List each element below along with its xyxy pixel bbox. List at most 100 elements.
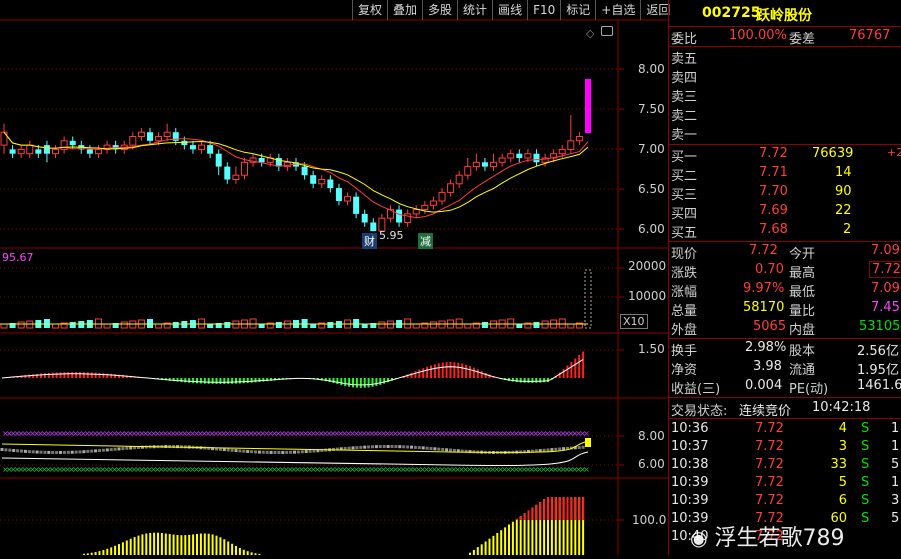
tick-time: 10:37 — [671, 439, 709, 454]
fuquan-button[interactable]: 复权 — [352, 0, 387, 20]
cai-marker[interactable]: 财 — [362, 233, 377, 249]
kdj-bar — [27, 450, 31, 454]
trade-status-value: 连续竞价 — [739, 404, 792, 419]
tick-price: 7.72 — [755, 457, 784, 472]
candle — [258, 158, 265, 163]
kdj-bar — [433, 447, 437, 451]
candle — [207, 145, 214, 154]
tick-count: 5 — [891, 511, 900, 526]
tick-volume: 33 — [830, 457, 847, 472]
tick-count: 1 — [891, 475, 900, 490]
draw-line-button[interactable]: 画线 — [492, 0, 527, 20]
kdj-bar — [437, 447, 441, 451]
buy-volume: 22 — [835, 203, 852, 218]
quote-value: 58170 — [743, 300, 785, 315]
window-icon[interactable] — [601, 26, 613, 36]
volume-bar — [429, 321, 437, 329]
price-tick: 6.50 — [638, 182, 665, 196]
buy-label: 买五 — [671, 226, 698, 241]
kdj-bar — [86, 449, 90, 453]
kdj-line — [1, 451, 589, 467]
stats-button[interactable]: 统计 — [457, 0, 492, 20]
kdj-bar — [421, 446, 425, 450]
quote-value: 7.09 — [871, 281, 900, 296]
ma-line — [3, 131, 589, 219]
candle — [421, 204, 429, 211]
sell-row-label: 卖二 — [671, 109, 698, 124]
buy-label: 买三 — [671, 188, 698, 203]
kdj-bar — [242, 449, 246, 453]
kdj-bar — [452, 448, 456, 452]
kdj-bar — [254, 450, 257, 454]
sell-row-label: 卖四 — [671, 71, 698, 86]
watermark-text: 浮生若歌789 — [714, 526, 845, 551]
candle — [472, 161, 480, 168]
f10-button[interactable]: F10 — [527, 0, 560, 20]
buy-price: 7.68 — [759, 222, 788, 237]
quote-label: 涨跌 — [671, 266, 698, 281]
tick-count: 3 — [891, 493, 900, 508]
buy-volume: 14 — [835, 165, 852, 180]
fund-value: 2.56亿 — [857, 344, 899, 359]
add-watchlist-button[interactable]: +自选 — [595, 0, 640, 20]
kdj-bar — [70, 450, 74, 454]
kdj-bar — [98, 449, 101, 453]
jian-marker[interactable]: 减 — [418, 233, 433, 249]
candle — [533, 153, 540, 163]
diamond-icon[interactable]: ◇ — [586, 27, 594, 40]
candle — [575, 136, 583, 142]
quote-value: 7.09 — [871, 243, 900, 258]
quote-value: 9.97% — [743, 281, 785, 296]
tick-volume: 3 — [838, 439, 847, 454]
tick-volume: 6 — [838, 493, 847, 508]
volume-bar — [207, 324, 214, 328]
weibo-icon: ◉ — [690, 526, 708, 550]
kline-chart-area[interactable]: × × × × × × × × × × × × × × × × × × × × × × × × × × × × × × × × × × × × × × × ×… — [0, 0, 668, 555]
kdj-bar — [0, 448, 4, 451]
volume-bar — [567, 323, 575, 329]
candle — [232, 174, 240, 180]
kdj-bar — [59, 450, 62, 454]
fund-value: 3.98 — [753, 359, 782, 374]
tick-side: S — [861, 439, 870, 454]
candle — [447, 183, 455, 193]
volume-bar — [258, 324, 265, 328]
fund-label: 流通 — [789, 363, 816, 378]
kdj-bar — [367, 445, 371, 449]
quote-value: 0.70 — [755, 262, 784, 277]
multi-stock-button[interactable]: 多股 — [422, 0, 457, 20]
kdj-bar — [117, 447, 121, 451]
volume-bar — [584, 269, 592, 329]
kdj-bar — [343, 446, 347, 450]
stock-name: 跃岭股份 — [756, 8, 812, 24]
kdj-bar — [250, 450, 254, 454]
candle — [344, 196, 352, 202]
quote-label: 今开 — [789, 247, 816, 262]
tick-time: 10:36 — [671, 421, 709, 436]
stock-charts[interactable]: ××××××××××××××××××××××××××××××××××××××××… — [0, 0, 668, 555]
overlay-button[interactable]: 叠加 — [387, 0, 422, 20]
kdj-bar — [257, 450, 261, 454]
vol-unit: X10 — [620, 314, 648, 329]
kdj-bar — [113, 447, 117, 451]
kdj-bar — [289, 450, 293, 454]
fund-label: 收益(三) — [671, 382, 721, 397]
candle — [370, 222, 377, 232]
kdj-bar — [82, 450, 86, 454]
candle — [464, 166, 472, 176]
kdj-bar — [585, 438, 591, 447]
buy-change: +2 — [887, 146, 901, 159]
mark-button[interactable]: 标记 — [560, 0, 595, 20]
volume-bar — [120, 321, 128, 329]
kdj-bar — [43, 450, 47, 454]
tick-count: 5 — [891, 457, 900, 472]
kdj-bar — [176, 445, 179, 449]
tick-side: S — [861, 511, 870, 526]
tick-price: 7.72 — [755, 475, 784, 490]
candle — [35, 149, 42, 154]
tick-count: 1 — [891, 439, 900, 454]
candle — [17, 148, 25, 155]
candle — [396, 209, 403, 223]
kdj-bar — [300, 450, 304, 454]
candle — [498, 157, 506, 163]
